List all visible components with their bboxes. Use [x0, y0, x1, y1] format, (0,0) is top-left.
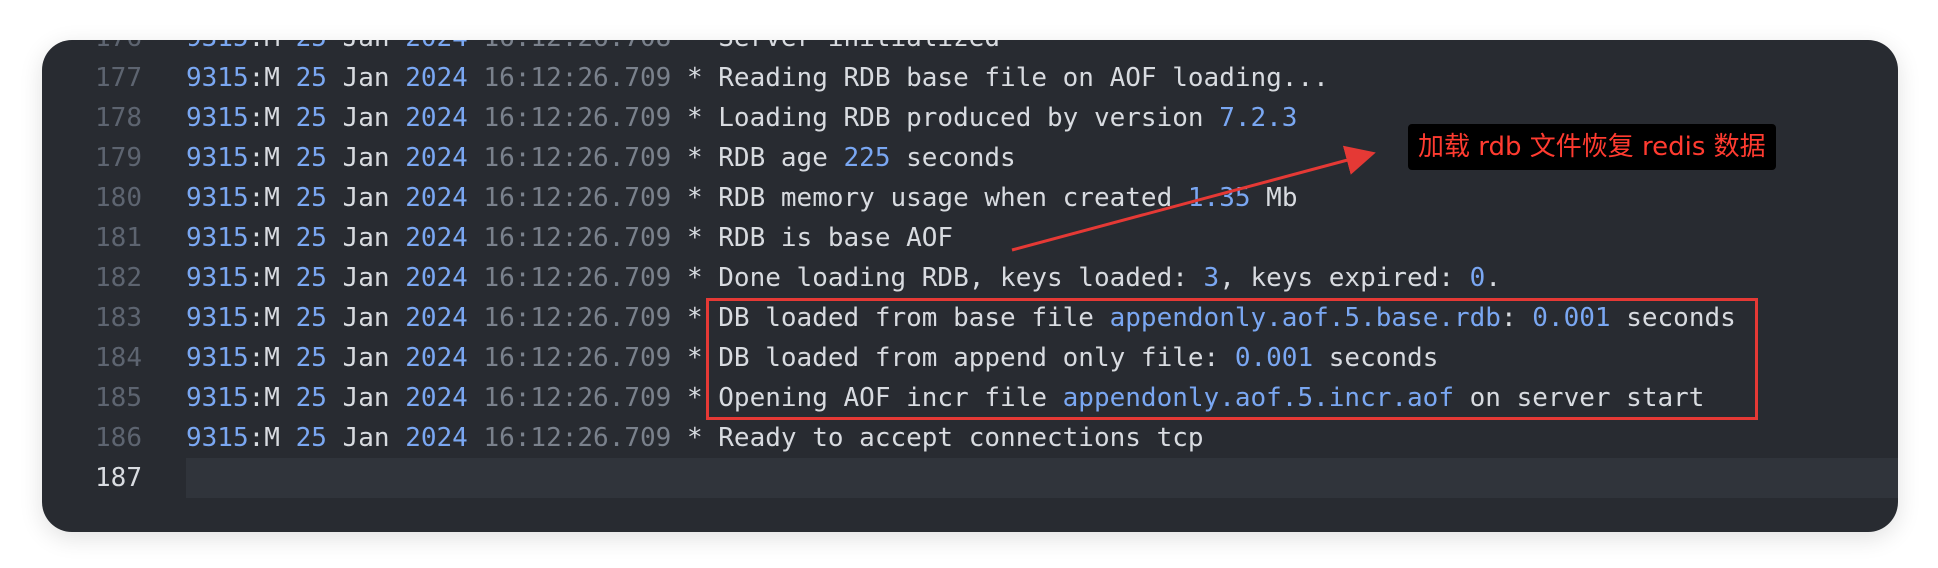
- arrow-annotation: [1011, 145, 1376, 252]
- annotation-label: 加载 rdb 文件恢复 redis 数据: [1408, 124, 1776, 170]
- arrow-icon: [1011, 145, 1376, 252]
